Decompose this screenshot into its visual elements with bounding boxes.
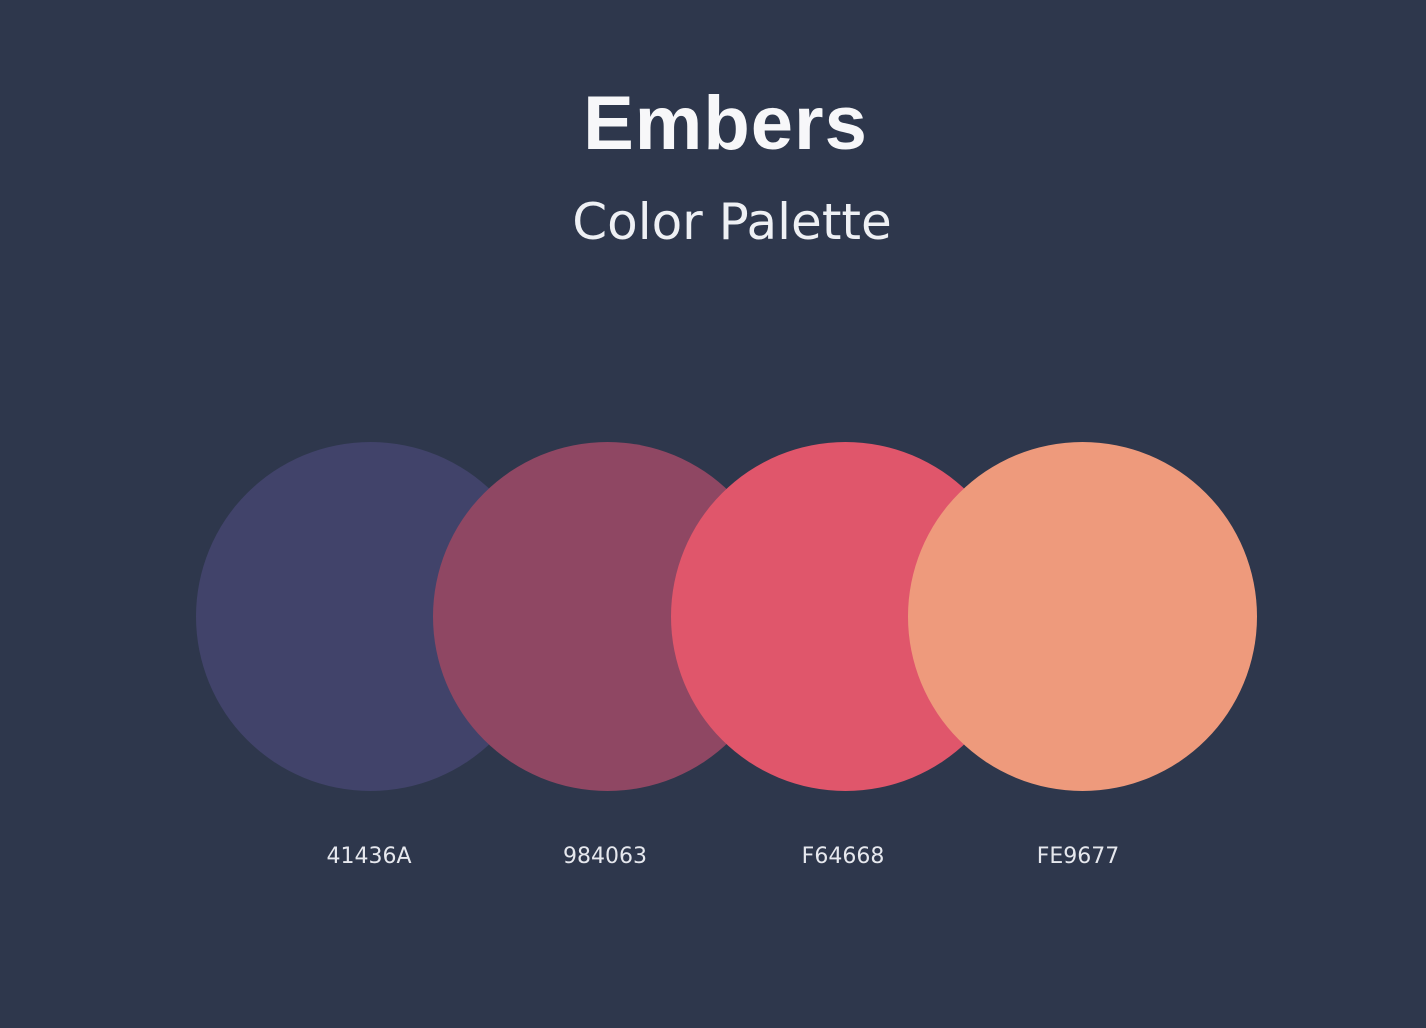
palette-subtitle: Color Palette: [572, 193, 892, 251]
color-swatch-4: [908, 442, 1257, 791]
color-code-2: 984063: [563, 844, 647, 869]
color-code-1: 41436A: [326, 844, 412, 869]
palette-card: Embers Color Palette 41436A 984063 F6466…: [0, 0, 1426, 1028]
color-code-4: FE9677: [1036, 844, 1120, 869]
color-code-3: F64668: [801, 844, 885, 869]
palette-title: Embers: [583, 81, 868, 166]
